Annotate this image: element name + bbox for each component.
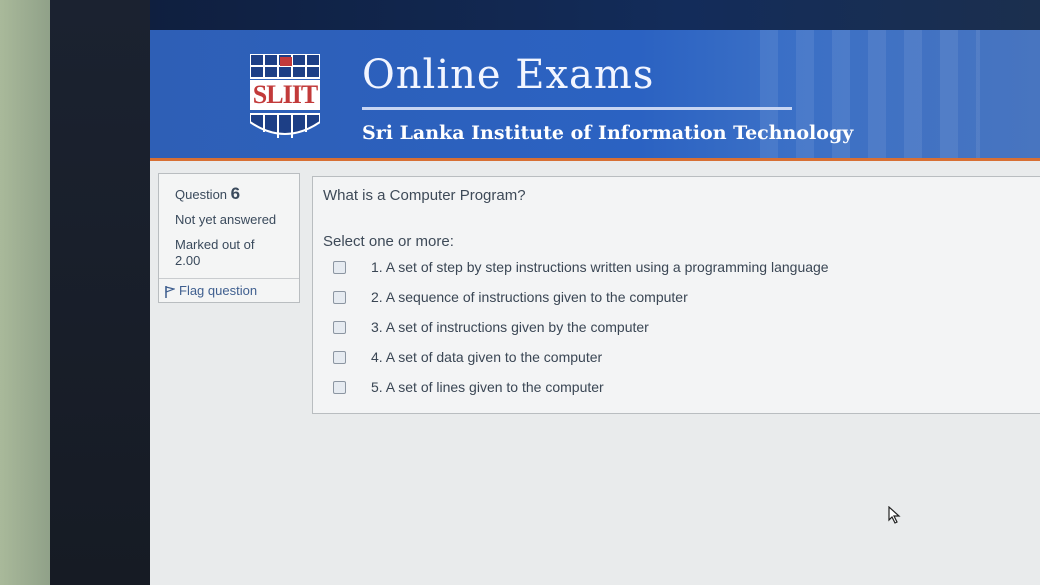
question-label: Question [175,187,228,202]
browser-top-strip [150,0,1040,30]
marked-out-of-label: Marked out of [175,237,255,252]
question-number-value: 6 [230,184,241,203]
logo-text: SLIIT [250,80,320,110]
answer-checkbox[interactable] [333,291,346,304]
site-subtitle: Sri Lanka Institute of Information Techn… [362,122,854,144]
answer-checkbox[interactable] [333,261,346,274]
question-content: What is a Computer Program? Select one o… [312,176,1040,414]
flag-question-label: Flag question [179,283,258,298]
answer-checkbox[interactable] [333,381,346,394]
answer-label[interactable]: 2. A sequence of instructions given to t… [371,289,688,305]
marked-out-of-value: 2.00 [175,253,201,268]
question-marks: Marked out of 2.00 [175,237,255,269]
answer-prompt: Select one or more: [323,233,454,250]
flag-icon [165,286,175,298]
site-header: SLIIT Online Exams Sri Lanka Institute o… [150,30,1040,161]
question-number: Question 6 [175,184,240,204]
flag-question-link[interactable]: Flag question [159,278,299,298]
question-text: What is a Computer Program? [323,187,526,204]
answer-checkbox[interactable] [333,321,346,334]
question-info-box: Question 6 Not yet answered Marked out o… [158,173,300,303]
sliit-logo[interactable]: SLIIT [249,53,321,142]
answer-label[interactable]: 4. A set of data given to the computer [371,349,602,365]
title-divider [362,107,792,110]
mouse-cursor-icon [888,505,902,529]
answer-label[interactable]: 1. A set of step by step instructions wr… [371,259,829,275]
site-title: Online Exams [362,52,655,98]
question-state: Not yet answered [175,212,277,227]
answer-checkbox[interactable] [333,351,346,364]
browser-screen: SLIIT Online Exams Sri Lanka Institute o… [150,0,1040,585]
answer-label[interactable]: 3. A set of instructions given by the co… [371,319,649,335]
answer-label[interactable]: 5. A set of lines given to the computer [371,379,604,395]
